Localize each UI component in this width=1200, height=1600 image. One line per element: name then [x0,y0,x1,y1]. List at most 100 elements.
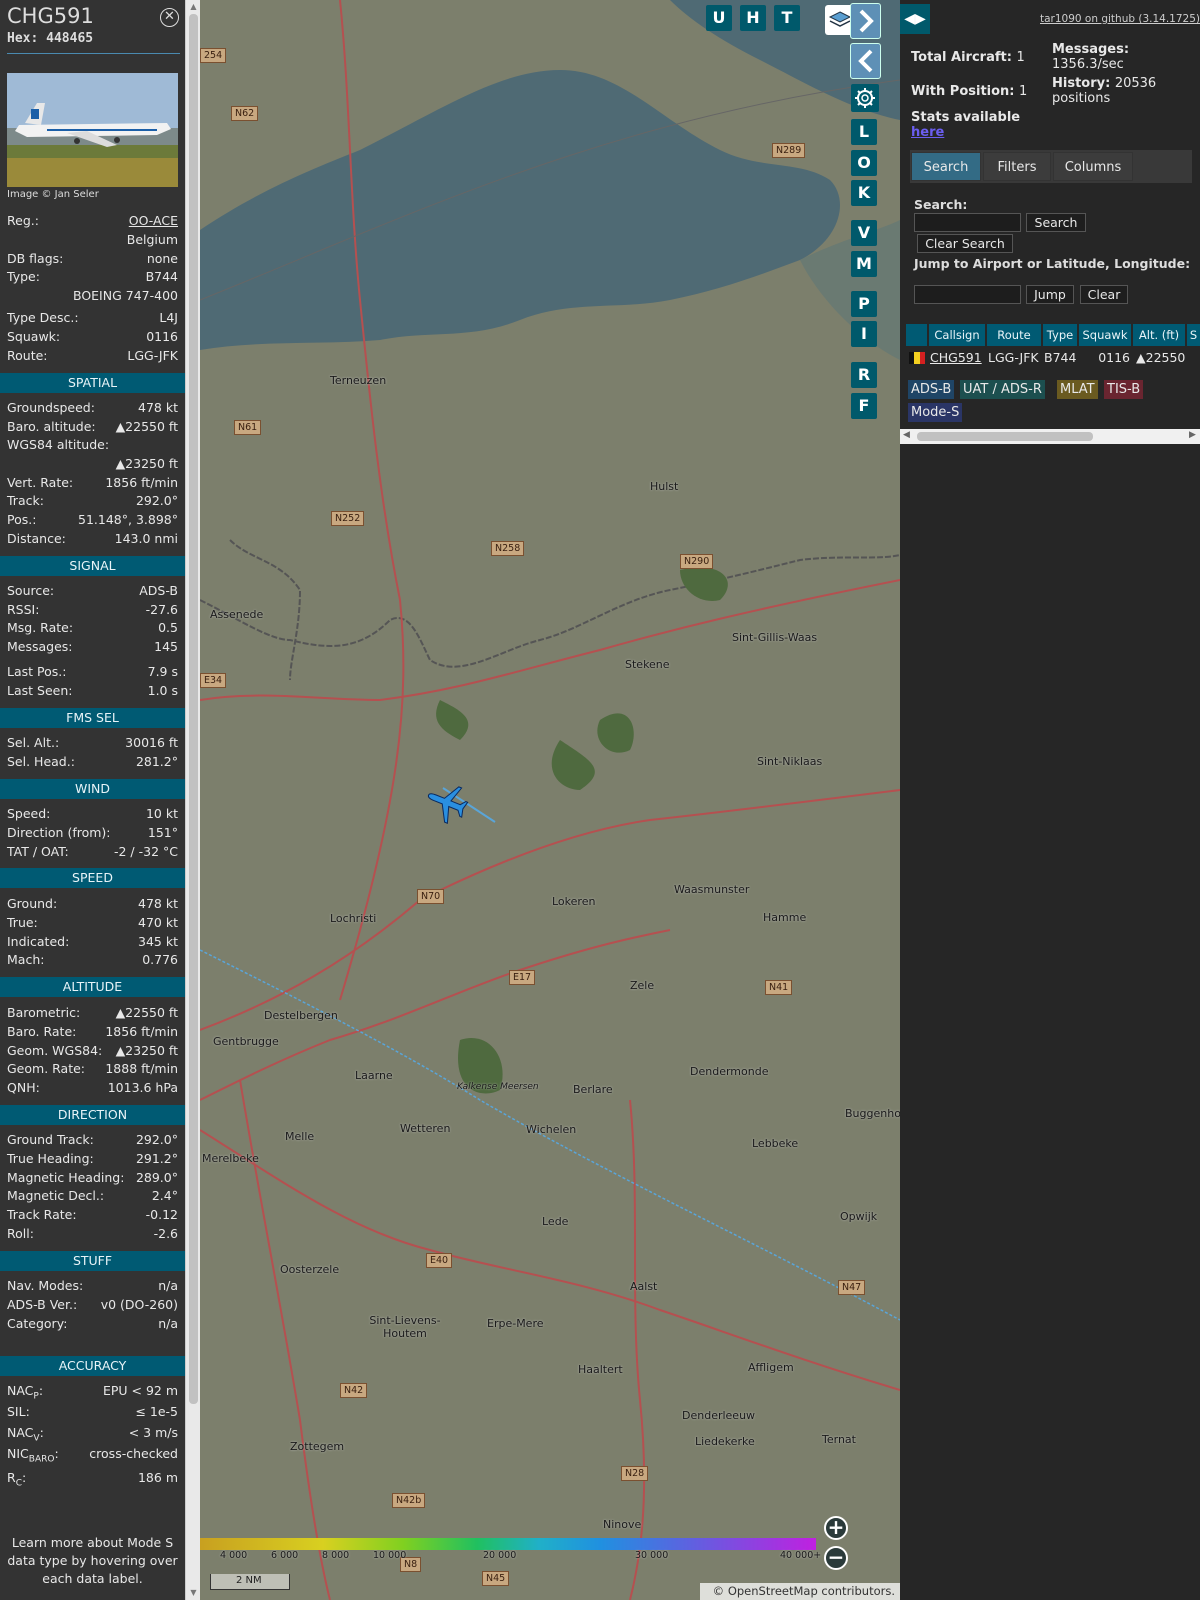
place-label: Sint-Gillis-Waas [732,631,818,644]
toggle-r-button[interactable]: R [851,362,877,388]
info-value: L4J [159,310,178,325]
map-view[interactable]: Terneuzen Hulst Assenede Stekene Sint-Gi… [200,0,900,1600]
clear-search-button[interactable]: Clear Search [917,234,1013,253]
table-header-squawk[interactable]: Squawk [1079,324,1131,346]
jump-button[interactable]: Jump [1026,285,1074,304]
collapse-sidebar-arrow-icon[interactable] [850,43,881,79]
selected-callsign: CHG591 [7,4,94,28]
info-value: EPU < 92 m [102,1383,178,1398]
toggle-p-button[interactable]: P [851,291,877,317]
info-value: 51.148°, 3.898° [78,512,178,527]
row-callsign[interactable]: CHG591 [930,348,982,368]
info-value: cross-checked [89,1446,178,1461]
table-header-callsign[interactable]: Callsign [929,324,985,346]
info-row: ADS-B Ver.: v0 (DO-260) [7,1296,178,1314]
info-value: 1.0 s [147,683,178,698]
place-label: Zele [630,979,655,992]
learn-more-text: Learn more about Mode S data type by hov… [7,1535,178,1586]
toggle-m-button[interactable]: M [851,251,877,277]
info-label: Ground Track: [7,1132,94,1147]
zoom-out-icon[interactable]: − [824,1546,848,1570]
info-label: Speed: [7,806,51,821]
section-header-wind: WIND [0,779,185,799]
info-label: TAT / OAT: [7,844,69,859]
zoom-in-icon[interactable]: + [824,1516,848,1540]
toggle-k-button[interactable]: K [851,180,877,206]
toggle-t-button[interactable]: T [774,5,800,31]
table-scroll-thumb[interactable] [917,432,1093,441]
toggle-i-button[interactable]: I [851,321,877,347]
messages-value: 1356.3/sec [1052,57,1124,72]
scroll-left-arrow-icon[interactable]: ◀ [903,430,910,440]
info-value[interactable]: OO-ACE [129,212,178,230]
aircraft-marker-icon[interactable] [425,780,471,826]
expand-sidebar-arrow-icon[interactable] [850,3,881,39]
map-attribution[interactable]: © OpenStreetMap contributors. [700,1583,900,1600]
toggle-h-button[interactable]: H [740,5,766,31]
scroll-up-arrow-icon[interactable]: ▲ [189,2,198,11]
place-label: Terneuzen [330,374,387,387]
gear-icon[interactable] [851,84,879,112]
info-value: 2.4° [151,1188,178,1203]
jump-input[interactable] [914,285,1021,304]
title-divider [7,53,180,54]
table-header-route[interactable]: Route [987,324,1041,346]
table-header-type[interactable]: Type [1043,324,1077,346]
map-scale: 2 NM [210,1574,290,1590]
info-row: Sel. Alt.: 30016 ft [7,734,178,752]
close-icon[interactable]: ✕ [160,8,179,27]
info-value: none [146,251,178,266]
info-value: -0.12 [145,1207,178,1222]
source-chip-adsb: ADS-B [908,380,955,399]
search-input[interactable] [914,213,1021,232]
tab-filters[interactable]: Filters [983,152,1051,181]
info-value: 1013.6 hPa [107,1080,178,1095]
table-header-altitude[interactable]: Alt. (ft) [1133,324,1185,346]
clear-button[interactable]: Clear [1080,285,1128,304]
table-header-speed[interactable]: S [1187,324,1200,346]
scroll-down-arrow-icon[interactable]: ▼ [189,1588,198,1597]
scroll-right-arrow-icon[interactable]: ▶ [1189,430,1196,440]
place-label: Destelbergen [264,1009,338,1022]
info-row: SIL: ≤ 1e-5 [7,1403,178,1421]
info-label: Ground: [7,896,58,911]
tab-search[interactable]: Search [911,152,981,181]
info-label: Geom. Rate: [7,1061,86,1076]
aircraft-photo[interactable] [7,73,178,187]
tab-columns[interactable]: Columns [1053,152,1133,181]
total-aircraft-stat: Total Aircraft: 1 [911,50,1025,65]
panel-tab-bar: Search Filters Columns [910,150,1192,183]
sidebar-scrollbar[interactable]: ▲ ▼ [185,0,200,1600]
toggle-u-button[interactable]: U [706,5,732,31]
info-value: LGG-JFK [127,348,178,363]
toggle-l-button[interactable]: L [851,119,877,145]
search-button[interactable]: Search [1026,213,1086,232]
toggle-v-button[interactable]: V [851,220,877,246]
sidebar-scroll-thumb[interactable] [189,14,198,1404]
info-value: 145 [154,639,178,654]
place-label: Waasmunster [674,883,750,896]
info-label: Type Desc.: [7,310,79,325]
image-credit: Image © Jan Seler [7,189,99,200]
info-label: WGS84 altitude: [7,437,110,452]
table-horizontal-scrollbar[interactable]: ◀ ▶ [900,429,1200,444]
info-value: ▲22550 ft [115,1005,178,1020]
row-type: B744 [1044,350,1077,365]
road-shield: N28 [621,1466,649,1481]
github-link[interactable]: tar1090 on github (3.14.1725) [1040,13,1200,25]
with-position-stat: With Position: 1 [911,84,1027,99]
resize-arrows-icon[interactable]: ◀▶ [900,4,930,34]
info-value: 478 kt [138,896,178,911]
info-label: RSSI: [7,602,40,617]
info-row: Ground Track: 292.0° [7,1131,178,1149]
altitude-color-legend [200,1538,816,1550]
jump-label: Jump to Airport or Latitude, Longitude: [914,256,1191,271]
info-value: 478 kt [138,400,178,415]
row-altitude: ▲22550 [1136,350,1186,365]
total-aircraft-label: Total Aircraft: [911,50,1012,65]
toggle-f-button[interactable]: F [851,393,877,419]
info-row: QNH: 1013.6 hPa [7,1079,178,1097]
toggle-o-button[interactable]: O [851,150,877,176]
stats-here-link[interactable]: here [911,125,1020,140]
info-label: Last Pos.: [7,664,67,679]
